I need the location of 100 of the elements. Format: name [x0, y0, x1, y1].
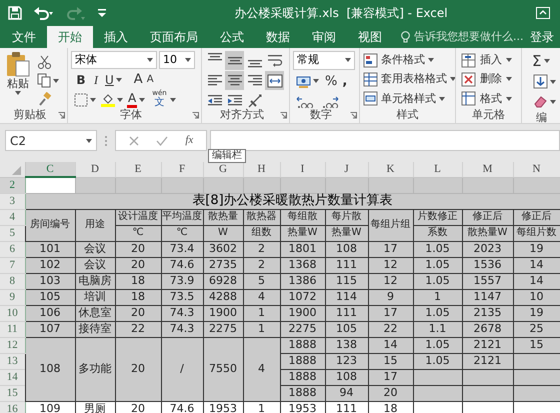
row-header[interactable]: 5 — [0, 225, 25, 241]
row-header[interactable]: 16 — [0, 401, 25, 413]
sign-in-link[interactable]: 登录 — [530, 26, 554, 48]
table-header: 每组片组 — [368, 209, 413, 241]
table-cell: 1888 — [280, 337, 325, 353]
row-header[interactable]: 12 — [0, 337, 25, 353]
table-cell: 20 — [115, 241, 161, 257]
cells-menu-button[interactable]: 格式 — [461, 90, 512, 108]
column-header[interactable]: G — [203, 162, 243, 177]
cells-menu-button[interactable]: 删除 — [461, 70, 512, 89]
table-cell: 73.4 — [161, 241, 203, 257]
italic-button[interactable]: I — [91, 70, 101, 88]
table-cell: 73.9 — [161, 273, 203, 289]
column-header[interactable]: F — [161, 162, 203, 177]
column-header[interactable]: C — [25, 162, 75, 177]
align-middle-icon — [228, 56, 242, 64]
dialog-launcher-icon[interactable] — [280, 112, 287, 119]
ribbon-tab[interactable]: 公式 — [209, 26, 255, 48]
dialog-launcher-icon[interactable] — [350, 112, 357, 119]
autosum-button[interactable]: Σ — [532, 51, 560, 71]
underline-button[interactable]: U — [105, 70, 122, 88]
caret-icon — [506, 96, 512, 101]
row-header[interactable]: 2 — [0, 177, 25, 193]
table-header: 散热量 — [203, 209, 243, 225]
row-header[interactable]: 7 — [0, 257, 25, 273]
column-header[interactable]: M — [462, 162, 513, 177]
customize-icon[interactable] — [98, 8, 106, 18]
cells-menu-button[interactable]: 插入 — [461, 51, 512, 70]
font-color-button[interactable]: A — [127, 92, 146, 108]
ribbon-tab[interactable]: 视图 — [347, 26, 393, 48]
row-header[interactable]: 8 — [0, 273, 25, 289]
comma-style-button[interactable]: , — [342, 72, 348, 91]
table-header: 平均温度 — [161, 209, 203, 225]
row-header[interactable]: 14 — [0, 369, 25, 385]
table-cell: 7550 — [203, 337, 243, 401]
column-header[interactable]: H — [243, 162, 280, 177]
align-center-button[interactable] — [225, 71, 244, 90]
column-header[interactable]: N — [513, 162, 560, 177]
styles-menu-button[interactable]: 单元格样式 — [363, 90, 455, 108]
bold-button[interactable]: B — [75, 70, 87, 88]
table-cell: 74.3 — [161, 321, 203, 337]
ribbon-tab[interactable]: 文件 — [1, 26, 47, 48]
ribbon-tab[interactable]: 审阅 — [301, 26, 347, 48]
table-cell: 1147 — [462, 289, 513, 305]
paste-button[interactable]: 粘贴 — [3, 51, 33, 108]
row-header[interactable]: 15 — [0, 385, 25, 401]
formula-input[interactable] — [210, 130, 560, 151]
grow-font-button[interactable]: A — [134, 70, 143, 90]
tell-me-field[interactable]: 告诉我您想要做什么... — [401, 26, 524, 48]
column-header[interactable]: E — [115, 162, 161, 177]
drag-handle-icon[interactable] — [104, 135, 108, 147]
shrink-font-button[interactable]: A — [146, 72, 154, 87]
table-cell: 115 — [325, 273, 368, 289]
column-header[interactable]: L — [413, 162, 462, 177]
ribbon-tab[interactable]: 页面布局 — [139, 26, 209, 48]
undo-icon[interactable] — [34, 6, 54, 20]
dialog-launcher-icon[interactable] — [58, 112, 65, 119]
table-cell: 10 — [513, 289, 560, 305]
column-header[interactable]: I — [280, 162, 325, 177]
table-cell: 1888 — [280, 385, 325, 401]
row-header[interactable]: 11 — [0, 321, 25, 337]
number-format-dropdown[interactable]: 常规 — [293, 51, 355, 70]
ribbon-display-icon[interactable] — [536, 6, 550, 18]
row-header[interactable]: 13 — [0, 353, 25, 369]
table-header: 热量W — [280, 225, 325, 241]
ribbon-tab[interactable]: 插入 — [93, 26, 139, 48]
styles-menu-button[interactable]: 条件格式 — [363, 51, 455, 70]
column-header[interactable]: J — [325, 162, 368, 177]
row-header[interactable]: 4 — [0, 209, 25, 225]
percent-style-button[interactable]: % — [325, 72, 338, 91]
column-header[interactable]: K — [368, 162, 413, 177]
ribbon-tab[interactable]: 开始 — [47, 26, 93, 48]
ribbon-tab[interactable]: 数据 — [255, 26, 301, 48]
copy-button[interactable] — [36, 72, 60, 90]
accounting-format-icon — [296, 74, 311, 89]
table-header: 片数修正 — [413, 209, 462, 225]
merge-cells-button[interactable] — [265, 71, 284, 90]
table-cell: 105 — [325, 321, 368, 337]
align-middle-button[interactable] — [225, 51, 244, 70]
table-header: 热量W — [325, 225, 368, 241]
table-cell: 2275 — [280, 321, 325, 337]
row-header[interactable]: 9 — [0, 289, 25, 305]
decrease-decimal-icon — [321, 96, 339, 108]
font-name-dropdown[interactable]: 宋体 — [71, 51, 157, 69]
styles-menu-button[interactable]: 套用表格格式 — [363, 70, 455, 89]
dialog-launcher-icon[interactable] — [192, 112, 199, 119]
table-cell: 1888 — [280, 353, 325, 369]
save-icon[interactable] — [8, 6, 22, 20]
name-box[interactable]: C2 — [5, 130, 97, 151]
lightbulb-icon — [401, 30, 410, 44]
row-header[interactable]: 3 — [0, 193, 25, 209]
row-header[interactable]: 10 — [0, 305, 25, 321]
font-size-dropdown[interactable]: 10 — [159, 51, 195, 69]
table-cell: 138 — [325, 337, 368, 353]
selected-cell[interactable] — [25, 177, 75, 193]
insert-function-button[interactable]: fx — [185, 132, 194, 149]
caret-icon — [53, 78, 59, 82]
table-header: ℃ — [161, 225, 203, 241]
row-header[interactable]: 6 — [0, 241, 25, 257]
column-header[interactable]: D — [75, 162, 115, 177]
